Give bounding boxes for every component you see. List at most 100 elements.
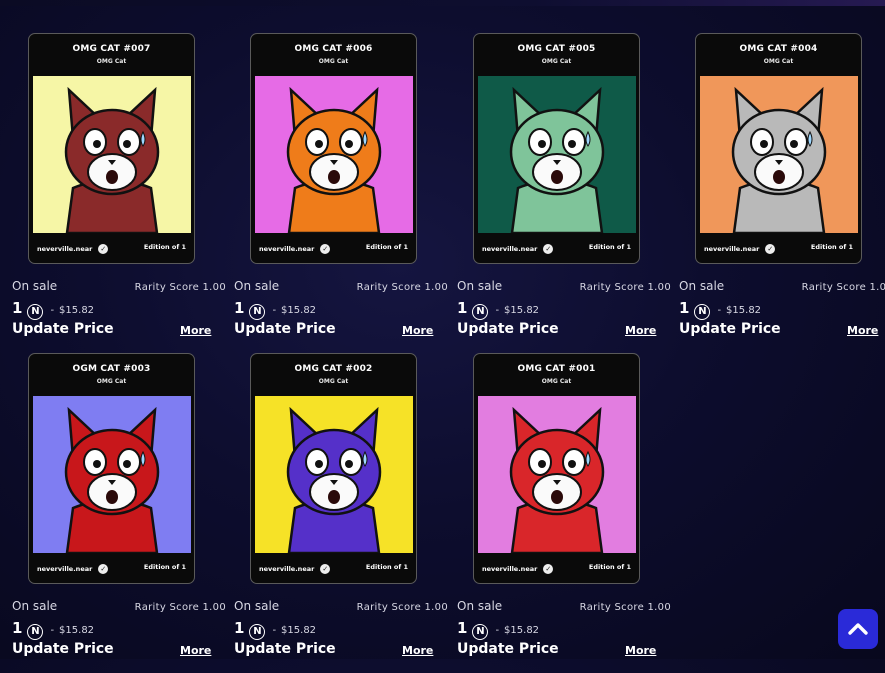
nft-item-004: OMG CAT #004 OMG Cat neverville.near ✓ Editi… bbox=[679, 33, 885, 353]
nft-card[interactable]: OMG CAT #002 OMG Cat neverville.near ✓ Editi… bbox=[250, 353, 417, 584]
owner-name: neverville.near bbox=[482, 245, 538, 253]
owner-name: neverville.near bbox=[259, 245, 315, 253]
owner-name: neverville.near bbox=[704, 245, 760, 253]
more-link[interactable]: More bbox=[625, 324, 656, 337]
price-row: 1 N - $15.82 bbox=[12, 619, 94, 640]
owner: neverville.near ✓ bbox=[482, 244, 554, 254]
nft-grid: OMG CAT #007 OMG Cat neverville.near ✓ Editi… bbox=[0, 0, 885, 659]
update-price-button[interactable]: Update Price bbox=[234, 321, 336, 337]
owner-name: neverville.near bbox=[37, 565, 93, 573]
nft-image[interactable] bbox=[33, 76, 191, 233]
nft-item-006: OMG CAT #006 OMG Cat neverville.near ✓ Editi… bbox=[234, 33, 448, 353]
edition-label: Edition of 1 bbox=[365, 563, 408, 571]
owner: neverville.near ✓ bbox=[259, 564, 331, 574]
nft-card[interactable]: OMG CAT #006 OMG Cat neverville.near ✓ Editi… bbox=[250, 33, 417, 264]
near-icon: N bbox=[27, 624, 44, 640]
price-amount: 1 bbox=[12, 619, 23, 637]
price-separator: - bbox=[50, 625, 55, 636]
card-subtitle: OMG Cat bbox=[541, 378, 572, 385]
price-amount: 1 bbox=[457, 299, 468, 317]
card-subtitle: OMG Cat bbox=[541, 58, 572, 65]
rarity-score: Rarity Score 1.00 bbox=[579, 602, 671, 613]
more-link[interactable]: More bbox=[847, 324, 878, 337]
cat-artwork bbox=[33, 396, 191, 553]
edition-label: Edition of 1 bbox=[588, 243, 631, 251]
nft-card[interactable]: OMG CAT #007 OMG Cat neverville.near ✓ Editi… bbox=[28, 33, 195, 264]
verified-icon: ✓ bbox=[98, 564, 109, 574]
update-price-button[interactable]: Update Price bbox=[12, 641, 114, 657]
card-title: OMG CAT #002 bbox=[294, 364, 373, 374]
nft-item-001: OMG CAT #001 OMG Cat neverville.near ✓ Editi… bbox=[457, 353, 671, 673]
owner: neverville.near ✓ bbox=[259, 244, 331, 254]
card-title: OMG CAT #001 bbox=[517, 364, 596, 374]
near-icon: N bbox=[472, 304, 489, 320]
price-amount: 1 bbox=[234, 619, 245, 637]
card-subtitle: OMG Cat bbox=[318, 58, 349, 65]
owner-name: neverville.near bbox=[259, 565, 315, 573]
update-price-button[interactable]: Update Price bbox=[234, 641, 336, 657]
price-amount: 1 bbox=[457, 619, 468, 637]
sale-status: On sale bbox=[12, 599, 58, 613]
rarity-score: Rarity Score 1.00 bbox=[801, 282, 885, 293]
near-icon: N bbox=[472, 624, 489, 640]
more-link[interactable]: More bbox=[402, 324, 433, 337]
nft-card[interactable]: OMG CAT #001 OMG Cat neverville.near ✓ Editi… bbox=[473, 353, 640, 584]
cat-artwork bbox=[478, 76, 636, 233]
owner: neverville.near ✓ bbox=[704, 244, 776, 254]
near-icon: N bbox=[694, 304, 711, 320]
sale-status: On sale bbox=[12, 279, 58, 293]
nft-card[interactable]: OGM CAT #003 OMG Cat neverville.near ✓ Editi… bbox=[28, 353, 195, 584]
verified-icon: ✓ bbox=[543, 244, 554, 254]
price-row: 1 N - $15.82 bbox=[234, 619, 317, 640]
update-price-button[interactable]: Update Price bbox=[12, 321, 114, 337]
nft-image[interactable] bbox=[255, 76, 413, 233]
nft-item-003: OGM CAT #003 OMG Cat neverville.near ✓ Editi… bbox=[12, 353, 226, 673]
edition-label: Edition of 1 bbox=[810, 243, 853, 251]
owner: neverville.near ✓ bbox=[37, 244, 109, 254]
near-icon: N bbox=[249, 624, 266, 640]
update-price-button[interactable]: Update Price bbox=[457, 321, 559, 337]
more-link[interactable]: More bbox=[625, 644, 656, 657]
sale-status: On sale bbox=[234, 599, 280, 613]
edition-label: Edition of 1 bbox=[365, 243, 408, 251]
nft-image[interactable] bbox=[478, 396, 636, 553]
price-amount: 1 bbox=[12, 299, 23, 317]
rarity-score: Rarity Score 1.00 bbox=[356, 282, 448, 293]
scroll-to-top-button[interactable] bbox=[838, 609, 878, 649]
nft-card[interactable]: OMG CAT #005 OMG Cat neverville.near ✓ Editi… bbox=[473, 33, 640, 264]
price-separator: - bbox=[717, 305, 722, 316]
nft-image[interactable] bbox=[700, 76, 858, 233]
near-icon: N bbox=[27, 304, 44, 320]
owner-name: neverville.near bbox=[482, 565, 538, 573]
nft-image[interactable] bbox=[33, 396, 191, 553]
verified-icon: ✓ bbox=[543, 564, 554, 574]
sale-status: On sale bbox=[457, 279, 503, 293]
more-link[interactable]: More bbox=[180, 644, 211, 657]
edition-label: Edition of 1 bbox=[143, 563, 186, 571]
price-separator: - bbox=[50, 305, 55, 316]
edition-label: Edition of 1 bbox=[588, 563, 631, 571]
update-price-button[interactable]: Update Price bbox=[679, 321, 781, 337]
nft-card[interactable]: OMG CAT #004 OMG Cat neverville.near ✓ Editi… bbox=[695, 33, 862, 264]
card-title: OMG CAT #006 bbox=[294, 44, 373, 54]
price-row: 1 N - $15.82 bbox=[457, 299, 539, 320]
more-link[interactable]: More bbox=[402, 644, 433, 657]
price-separator: - bbox=[272, 305, 277, 316]
nft-image[interactable] bbox=[478, 76, 636, 233]
price-row: 1 N - $15.82 bbox=[12, 299, 94, 320]
price-separator: - bbox=[495, 305, 500, 316]
price-row: 1 N - $15.82 bbox=[679, 299, 761, 320]
owner: neverville.near ✓ bbox=[37, 564, 109, 574]
sale-status: On sale bbox=[457, 599, 503, 613]
rarity-score: Rarity Score 1.00 bbox=[134, 282, 226, 293]
verified-icon: ✓ bbox=[765, 244, 776, 254]
rarity-score: Rarity Score 1.00 bbox=[579, 282, 671, 293]
more-link[interactable]: More bbox=[180, 324, 211, 337]
price-row: 1 N - $15.82 bbox=[457, 619, 539, 640]
cat-artwork bbox=[478, 396, 636, 553]
update-price-button[interactable]: Update Price bbox=[457, 641, 559, 657]
price-usd: $15.82 bbox=[281, 625, 317, 636]
verified-icon: ✓ bbox=[320, 244, 331, 254]
nft-image[interactable] bbox=[255, 396, 413, 553]
nft-item-005: OMG CAT #005 OMG Cat neverville.near ✓ Editi… bbox=[457, 33, 671, 353]
